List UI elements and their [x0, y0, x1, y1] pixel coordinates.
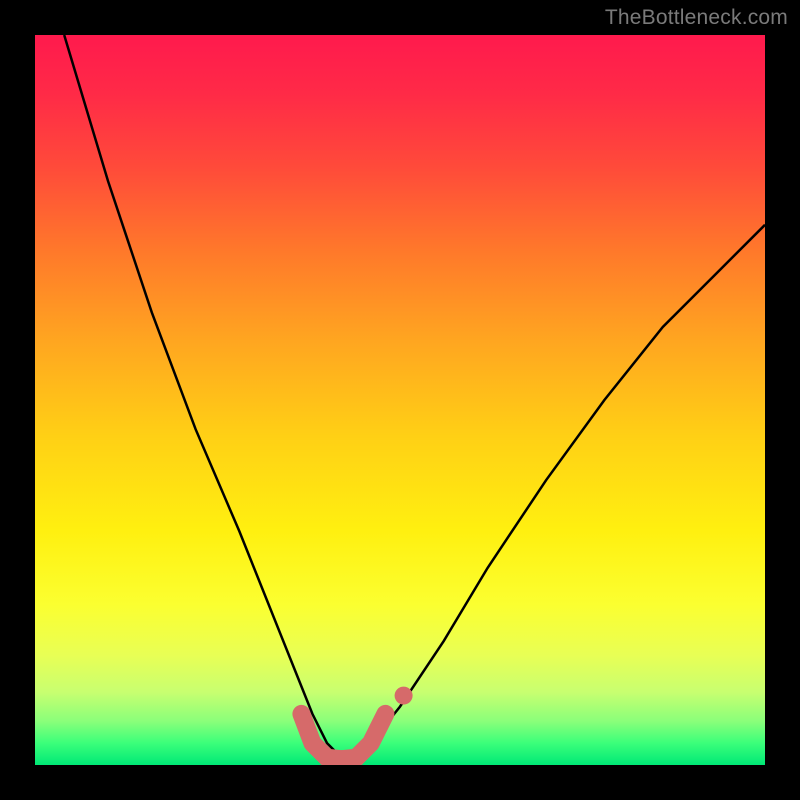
- highlight-segment: [301, 714, 385, 759]
- chart-frame: TheBottleneck.com: [0, 0, 800, 800]
- curve-svg: [35, 35, 765, 765]
- watermark-text: TheBottleneck.com: [605, 6, 788, 30]
- bottleneck-curve: [64, 35, 765, 758]
- plot-area: [35, 35, 765, 765]
- highlight-dot: [395, 687, 413, 705]
